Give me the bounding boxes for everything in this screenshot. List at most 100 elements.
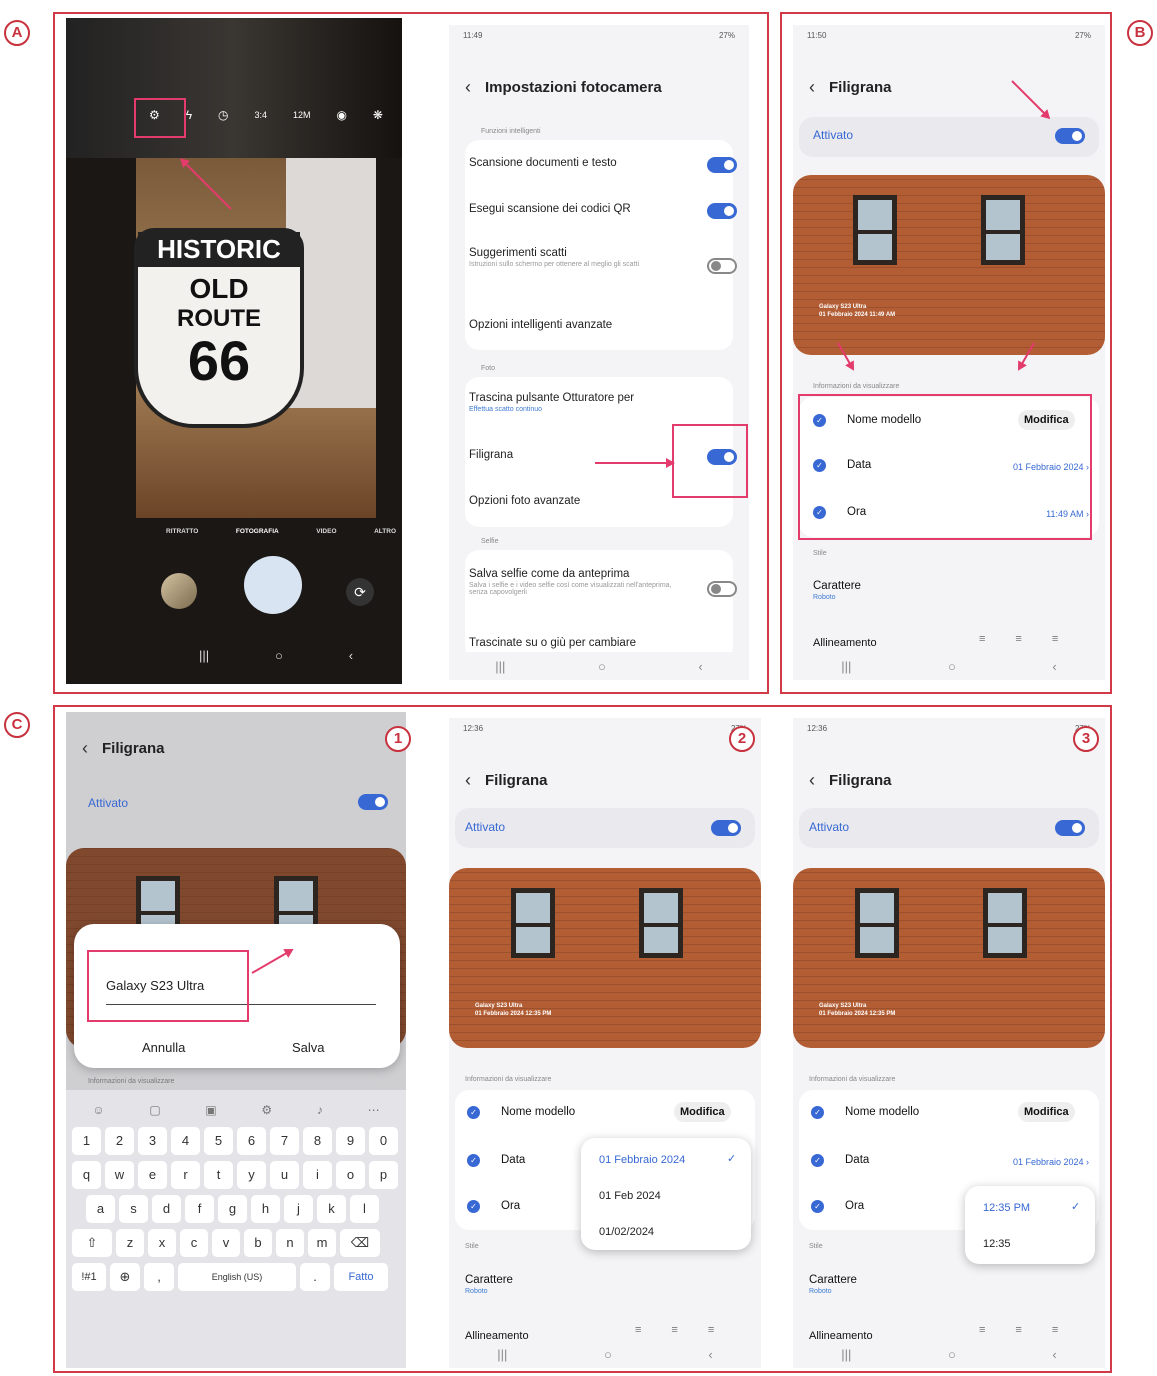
- edit-button[interactable]: Modifica: [674, 1102, 731, 1122]
- nav-back-icon[interactable]: ‹: [1052, 659, 1056, 674]
- align-right-icon[interactable]: ≡: [1052, 1324, 1058, 1336]
- mode-photo[interactable]: FOTOGRAFIA: [236, 528, 279, 535]
- key-j[interactable]: j: [284, 1195, 313, 1223]
- key-7[interactable]: 7: [270, 1127, 299, 1155]
- symbols-key[interactable]: !#1: [72, 1263, 106, 1291]
- key-n[interactable]: n: [276, 1229, 304, 1257]
- key-m[interactable]: m: [308, 1229, 336, 1257]
- shift-key[interactable]: ⇧: [72, 1229, 112, 1257]
- resolution-icon[interactable]: 12M: [293, 110, 311, 120]
- key-c[interactable]: c: [180, 1229, 208, 1257]
- key-z[interactable]: z: [116, 1229, 144, 1257]
- align-left-icon[interactable]: ≡: [979, 1324, 985, 1336]
- nav-back-icon[interactable]: ‹: [708, 1347, 712, 1362]
- watermark-toggle[interactable]: [1055, 820, 1085, 836]
- row-swipe[interactable]: Trascinate su o giù per cambiare: [469, 637, 733, 649]
- mode-video[interactable]: VIDEO: [316, 528, 336, 535]
- cancel-button[interactable]: Annulla: [142, 1040, 185, 1055]
- key-u[interactable]: u: [270, 1161, 299, 1189]
- done-key[interactable]: Fatto: [334, 1263, 388, 1291]
- nav-recents-icon[interactable]: |||: [199, 648, 209, 663]
- font-row[interactable]: Carattere Roboto: [813, 580, 861, 601]
- check-model[interactable]: ✓: [467, 1106, 480, 1119]
- key-2[interactable]: 2: [105, 1127, 134, 1155]
- save-button[interactable]: Salva: [292, 1040, 325, 1055]
- filter-icon[interactable]: ◉: [336, 108, 346, 122]
- row-tips[interactable]: Suggerimenti scatti Istruzioni sullo sch…: [469, 247, 679, 268]
- nav-recents-icon[interactable]: |||: [841, 1347, 851, 1362]
- row-drag[interactable]: Trascina pulsante Otturatore per Effettu…: [469, 392, 733, 413]
- nav-home-icon[interactable]: ○: [275, 648, 283, 663]
- row-adv-smart[interactable]: Opzioni intelligenti avanzate: [469, 319, 733, 331]
- align-left-icon[interactable]: ≡: [979, 633, 985, 645]
- time-option-2[interactable]: 12:35: [983, 1238, 1011, 1250]
- key-o[interactable]: o: [336, 1161, 365, 1189]
- toggle-selfie[interactable]: [707, 581, 737, 597]
- key-q[interactable]: q: [72, 1161, 101, 1189]
- nav-home-icon[interactable]: ○: [948, 1347, 956, 1362]
- key-v[interactable]: v: [212, 1229, 240, 1257]
- toggle-tips[interactable]: [707, 258, 737, 274]
- key-9[interactable]: 9: [336, 1127, 365, 1155]
- toggle-qr[interactable]: [707, 203, 737, 219]
- key-4[interactable]: 4: [171, 1127, 200, 1155]
- date-value[interactable]: 01 Febbraio 2024 ›: [1013, 1157, 1089, 1167]
- key-d[interactable]: d: [152, 1195, 181, 1223]
- back-icon[interactable]: ‹: [465, 77, 471, 98]
- key-1[interactable]: 1: [72, 1127, 101, 1155]
- mode-portrait[interactable]: RITRATTO: [166, 528, 198, 535]
- timer-icon[interactable]: ◷: [218, 108, 228, 122]
- comma-key[interactable]: ,: [144, 1263, 174, 1291]
- key-h[interactable]: h: [251, 1195, 280, 1223]
- watermark-toggle[interactable]: [1055, 128, 1085, 144]
- mode-more[interactable]: ALTRO: [374, 528, 396, 535]
- nav-recents-icon[interactable]: |||: [841, 659, 851, 674]
- sticker-icon[interactable]: ▣: [205, 1096, 216, 1124]
- date-option-2[interactable]: 01 Feb 2024: [599, 1190, 661, 1202]
- emoji-icon[interactable]: ☺: [92, 1096, 104, 1124]
- mic-icon[interactable]: ♪: [317, 1096, 323, 1124]
- row-scan[interactable]: Scansione documenti e testo: [469, 157, 733, 169]
- gallery-thumbnail[interactable]: [161, 573, 197, 609]
- back-icon[interactable]: ‹: [465, 770, 471, 791]
- backspace-key[interactable]: ⌫: [340, 1229, 380, 1257]
- ratio-icon[interactable]: 3:4: [255, 110, 268, 120]
- period-key[interactable]: .: [300, 1263, 330, 1291]
- switch-camera-icon[interactable]: ⟳: [346, 578, 374, 606]
- key-i[interactable]: i: [303, 1161, 332, 1189]
- font-row[interactable]: Carattere Roboto: [809, 1274, 857, 1295]
- key-y[interactable]: y: [237, 1161, 266, 1189]
- align-right-icon[interactable]: ≡: [708, 1324, 714, 1336]
- date-option-3[interactable]: 01/02/2024: [599, 1226, 654, 1238]
- key-a[interactable]: a: [86, 1195, 115, 1223]
- key-k[interactable]: k: [317, 1195, 346, 1223]
- key-5[interactable]: 5: [204, 1127, 233, 1155]
- align-right-icon[interactable]: ≡: [1052, 633, 1058, 645]
- key-l[interactable]: l: [350, 1195, 379, 1223]
- clipboard-icon[interactable]: ▢: [149, 1096, 160, 1124]
- row-qr[interactable]: Esegui scansione dei codici QR: [469, 203, 733, 215]
- nav-recents-icon[interactable]: |||: [497, 1347, 507, 1362]
- flash-off-icon[interactable]: ϟ: [186, 108, 192, 122]
- effects-icon[interactable]: ❋: [373, 108, 383, 122]
- key-8[interactable]: 8: [303, 1127, 332, 1155]
- align-center-icon[interactable]: ≡: [671, 1324, 677, 1336]
- key-6[interactable]: 6: [237, 1127, 266, 1155]
- back-icon[interactable]: ‹: [82, 738, 88, 759]
- nav-back-icon[interactable]: ‹: [1052, 1347, 1056, 1362]
- nav-home-icon[interactable]: ○: [598, 659, 606, 674]
- nav-home-icon[interactable]: ○: [948, 659, 956, 674]
- key-0[interactable]: 0: [369, 1127, 398, 1155]
- key-x[interactable]: x: [148, 1229, 176, 1257]
- key-e[interactable]: e: [138, 1161, 167, 1189]
- keyboard-settings-icon[interactable]: ⚙: [261, 1096, 272, 1124]
- key-s[interactable]: s: [119, 1195, 148, 1223]
- key-p[interactable]: p: [369, 1161, 398, 1189]
- align-center-icon[interactable]: ≡: [1015, 1324, 1021, 1336]
- back-icon[interactable]: ‹: [809, 770, 815, 791]
- check-model[interactable]: ✓: [811, 1106, 824, 1119]
- nav-back-icon[interactable]: ‹: [349, 648, 353, 663]
- language-icon[interactable]: ⊕: [110, 1263, 140, 1291]
- nav-home-icon[interactable]: ○: [604, 1347, 612, 1362]
- key-w[interactable]: w: [105, 1161, 134, 1189]
